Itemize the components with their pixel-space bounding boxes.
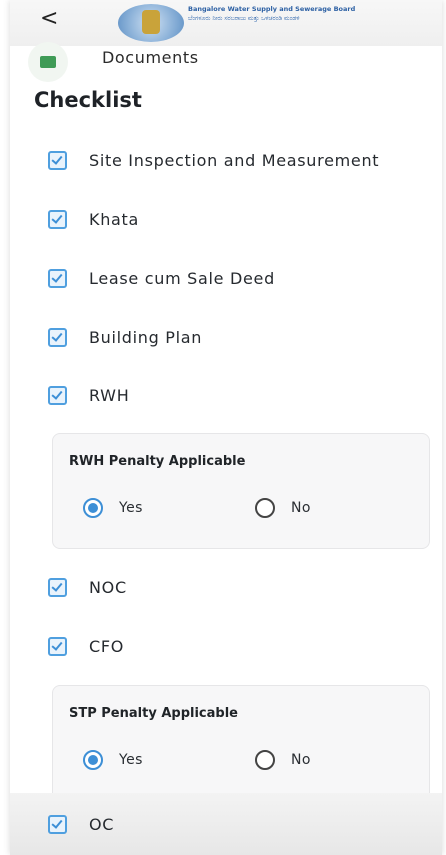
radio-label: Yes xyxy=(119,500,143,516)
checklist-item-label: Khata xyxy=(89,209,140,229)
documents-row[interactable]: Documents xyxy=(10,28,442,82)
stp-penalty-yes-option[interactable]: Yes xyxy=(83,748,143,772)
document-icon xyxy=(28,42,68,82)
org-name-english: Bangalore Water Supply and Sewerage Boar… xyxy=(188,5,356,13)
checklist-item-site-inspection[interactable]: Site Inspection and Measurement xyxy=(48,146,428,174)
rwh-penalty-card: RWH Penalty Applicable Yes No xyxy=(52,433,430,549)
app-screen: < Bangalore Water Supply and Sewerage Bo… xyxy=(10,0,442,855)
checklist-item-label: NOC xyxy=(89,577,127,597)
radio-selected-icon[interactable] xyxy=(83,498,103,518)
checklist-item-label: RWH xyxy=(89,385,130,405)
rwh-penalty-yes-option[interactable]: Yes xyxy=(83,496,143,520)
checklist-item-lease-deed[interactable]: Lease cum Sale Deed xyxy=(48,264,428,292)
checklist-item-label: CFO xyxy=(89,636,125,656)
checklist-item-label: Building Plan xyxy=(89,327,203,347)
checklist-item-building-plan[interactable]: Building Plan xyxy=(48,323,428,351)
checkbox-icon[interactable] xyxy=(48,385,67,405)
checkbox-icon[interactable] xyxy=(48,636,67,656)
radio-label: No xyxy=(291,500,311,516)
checkbox-icon[interactable] xyxy=(48,150,67,170)
checklist-item-noc[interactable]: NOC xyxy=(48,573,428,601)
checkbox-icon[interactable] xyxy=(48,327,67,347)
checkbox-icon[interactable] xyxy=(48,814,67,834)
radio-label: No xyxy=(291,752,311,768)
stp-penalty-no-option[interactable]: No xyxy=(255,748,311,772)
radio-unselected-icon[interactable] xyxy=(255,498,275,518)
documents-label: Documents xyxy=(102,48,199,67)
checklist-item-oc[interactable]: OC xyxy=(48,810,428,838)
checklist-item-cfo[interactable]: CFO xyxy=(48,632,428,660)
rwh-penalty-title: RWH Penalty Applicable xyxy=(69,454,246,469)
radio-selected-icon[interactable] xyxy=(83,750,103,770)
stp-penalty-title: STP Penalty Applicable xyxy=(69,706,238,721)
checkbox-icon[interactable] xyxy=(48,209,67,229)
checkbox-icon[interactable] xyxy=(48,577,67,597)
stp-penalty-card: STP Penalty Applicable Yes No xyxy=(52,685,430,801)
checklist-item-rwh[interactable]: RWH xyxy=(48,381,428,409)
org-name-kannada: ಬೆಂಗಳೂರು ನೀರು ಸರಬರಾಜು ಮತ್ತು ಒಳಚರಂಡಿ ಮಂಡಳ… xyxy=(188,15,300,22)
radio-unselected-icon[interactable] xyxy=(255,750,275,770)
checklist-item-label: OC xyxy=(89,814,115,834)
org-name: Bangalore Water Supply and Sewerage Boar… xyxy=(188,5,408,23)
checklist-item-label: Lease cum Sale Deed xyxy=(89,268,275,288)
checklist-title: Checklist xyxy=(34,88,142,112)
radio-label: Yes xyxy=(119,752,143,768)
checklist-item-label: Site Inspection and Measurement xyxy=(89,150,380,170)
checklist-item-khata[interactable]: Khata xyxy=(48,205,428,233)
rwh-penalty-no-option[interactable]: No xyxy=(255,496,311,520)
checkbox-icon[interactable] xyxy=(48,268,67,288)
